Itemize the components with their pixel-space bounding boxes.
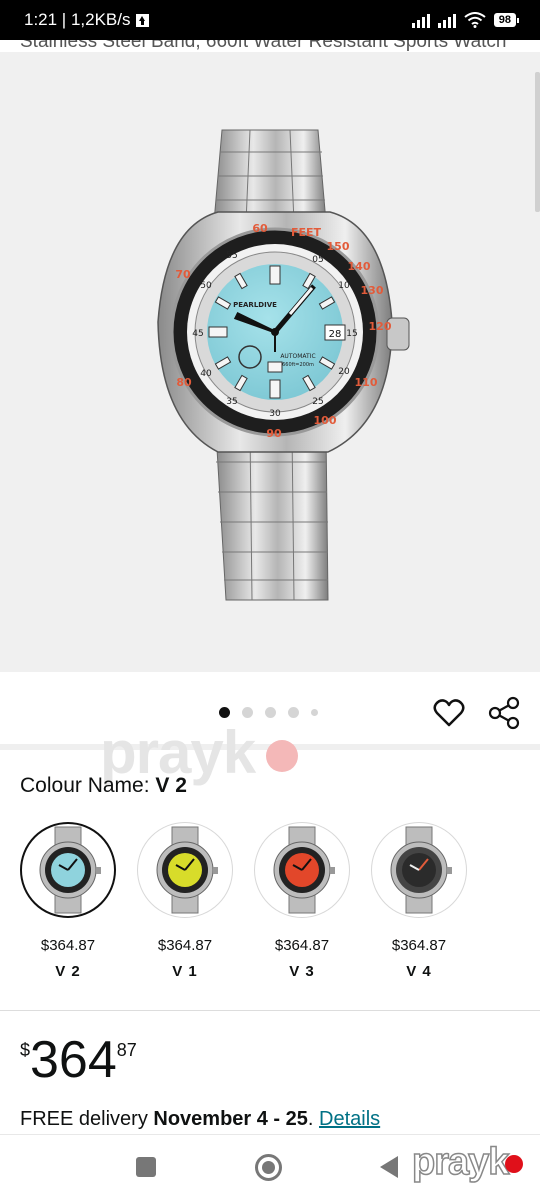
svg-text:FEET: FEET [291, 226, 322, 239]
colour-name-value: V 2 [155, 774, 187, 797]
delivery-info: FREE delivery November 4 - 25. Details [20, 1108, 381, 1130]
watermark-dot [266, 740, 298, 772]
swatch-name: V 3 [289, 963, 315, 980]
swatch-price: $364.87 [391, 937, 447, 954]
swatch-price: $364.87 [274, 937, 330, 954]
swatch-v2[interactable]: $364.87 V 2 [20, 822, 116, 980]
watch-thumbnail-icon [39, 826, 101, 914]
watch-thumbnail-icon [156, 826, 218, 914]
svg-text:28: 28 [329, 329, 342, 340]
status-time-speed: 1:21 | 1,2KB/s [24, 10, 131, 29]
back-button[interactable] [380, 1156, 398, 1178]
wifi-icon [464, 12, 486, 28]
carousel-dot[interactable] [265, 707, 276, 718]
svg-text:80: 80 [176, 376, 192, 389]
svg-text:05: 05 [312, 255, 323, 265]
product-title-cut: Stainless Steel Band, 660ft Water Resist… [20, 40, 507, 52]
swatch-thumbnail[interactable] [371, 822, 467, 918]
svg-text:120: 120 [369, 320, 392, 333]
cell-signal-icon [411, 12, 430, 28]
upload-icon [136, 13, 150, 27]
system-nav-bar: prayk [0, 1134, 540, 1200]
carousel-dot-active[interactable] [219, 707, 230, 718]
svg-text:100: 100 [314, 414, 337, 427]
image-carousel-dots[interactable] [219, 707, 318, 718]
svg-text:PEARLDIVE: PEARLDIVE [233, 301, 277, 309]
watermark-logo: prayk [411, 1140, 510, 1184]
svg-text:90: 90 [266, 427, 282, 440]
svg-text:35: 35 [226, 397, 237, 407]
price-fraction: 87 [116, 1040, 137, 1060]
svg-text:45: 45 [192, 329, 203, 339]
swatch-name: V 1 [172, 963, 198, 980]
svg-text:130: 130 [361, 284, 384, 297]
product-image[interactable]: 60 FEET 150 140 130 120 110 100 90 80 70… [0, 52, 540, 672]
swatch-thumbnail[interactable] [137, 822, 233, 918]
image-scroll-indicator [535, 72, 540, 212]
recent-apps-button[interactable] [136, 1157, 156, 1177]
watch-thumbnail-icon [273, 826, 335, 914]
colour-swatches: $364.87 V 2 $364.87 V 1 $364.87 V 3 $364… [20, 822, 467, 980]
watch-image: 60 FEET 150 140 130 120 110 100 90 80 70… [157, 129, 410, 601]
svg-text:110: 110 [355, 376, 378, 389]
svg-text:70: 70 [175, 268, 191, 281]
share-icon[interactable] [487, 696, 521, 730]
swatch-thumbnail[interactable] [254, 822, 350, 918]
carousel-dot[interactable] [242, 707, 253, 718]
colour-name-label: Colour Name: V 2 [20, 774, 187, 797]
status-bar: 1:21 | 1,2KB/s 98 [0, 0, 540, 40]
swatch-price: $364.87 [157, 937, 213, 954]
cell-signal-icon-2 [437, 12, 456, 28]
svg-text:60: 60 [252, 222, 268, 235]
swatch-name: V 2 [55, 963, 81, 980]
price-whole: 364 [30, 1031, 117, 1089]
swatch-name: V 4 [406, 963, 432, 980]
svg-text:20: 20 [338, 367, 350, 377]
svg-text:15: 15 [346, 329, 357, 339]
carousel-dot[interactable] [311, 709, 318, 716]
svg-text:150: 150 [327, 240, 350, 253]
price-currency: $ [20, 1040, 31, 1060]
svg-text:30: 30 [269, 409, 281, 419]
swatch-v1[interactable]: $364.87 V 1 [137, 822, 233, 980]
swatch-v4[interactable]: $364.87 V 4 [371, 822, 467, 980]
section-separator [0, 1010, 540, 1011]
home-button[interactable] [255, 1154, 282, 1181]
svg-text:10: 10 [338, 281, 350, 291]
swatch-thumbnail[interactable] [20, 822, 116, 918]
wishlist-heart-icon[interactable] [432, 696, 466, 730]
delivery-dates: November 4 - 25 [153, 1108, 308, 1130]
swatch-v3[interactable]: $364.87 V 3 [254, 822, 350, 980]
carousel-dot[interactable] [288, 707, 299, 718]
delivery-details-link[interactable]: Details [319, 1108, 380, 1130]
svg-text:25: 25 [312, 397, 323, 407]
svg-text:40: 40 [200, 369, 212, 379]
swatch-price: $364.87 [40, 937, 96, 954]
watermark-logo-dot [505, 1155, 523, 1173]
svg-text:50: 50 [200, 281, 212, 291]
svg-text:AUTOMATIC: AUTOMATIC [280, 353, 315, 360]
price: $ 364 87 [20, 1030, 137, 1090]
svg-text:660ft=200m: 660ft=200m [282, 362, 314, 368]
battery-icon: 98 [493, 13, 520, 27]
svg-text:140: 140 [348, 260, 371, 273]
svg-text:55: 55 [226, 251, 237, 261]
watch-thumbnail-icon [390, 826, 452, 914]
